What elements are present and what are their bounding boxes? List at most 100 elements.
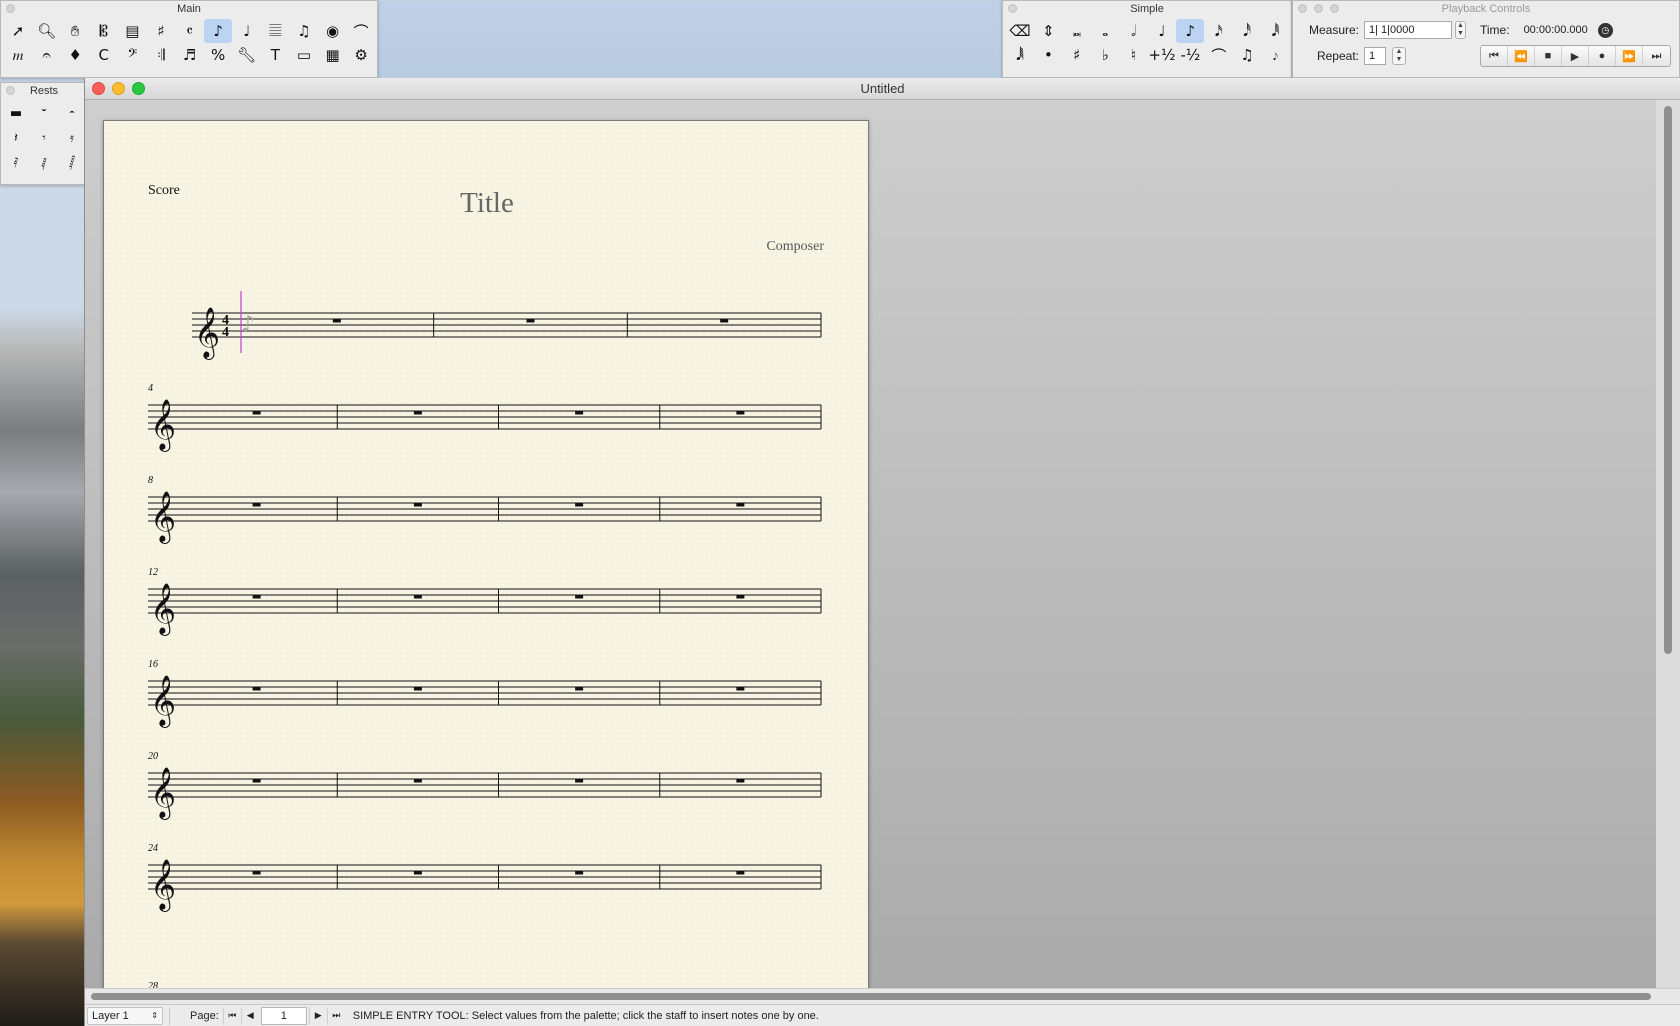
record-icon[interactable]: ● <box>1589 46 1616 66</box>
staff-system[interactable]: 𝄞 4 4 ♪ <box>104 291 870 361</box>
eighth-rest-icon[interactable]: 𝄾 <box>30 126 58 151</box>
sharp-icon[interactable]: ♯ <box>1063 43 1091 67</box>
stop-icon[interactable]: ■ <box>1535 46 1562 66</box>
sixty-fourth-rest-icon[interactable]: 𝅁 <box>30 151 58 176</box>
text-tool-icon[interactable]: T <box>261 43 289 67</box>
score-composer[interactable]: Composer <box>766 239 824 255</box>
half-note-icon[interactable]: 𝅗𝅥 <box>1120 19 1148 43</box>
page-field[interactable]: 1 <box>260 1006 307 1025</box>
repeat-field[interactable]: 1 <box>1364 47 1386 65</box>
window-close-button[interactable] <box>92 82 105 95</box>
play-icon[interactable]: ▶ <box>1562 46 1589 66</box>
eraser-icon[interactable]: ⌫ <box>1006 19 1034 43</box>
lyrics-tool-icon[interactable]: 𝄢 <box>118 43 146 67</box>
window-zoom-button[interactable] <box>132 82 145 95</box>
tuplet-icon[interactable]: ♫ <box>1233 43 1261 67</box>
half-step-up-icon[interactable]: +½ <box>1148 43 1176 67</box>
double-whole-note-icon[interactable]: 𝅜 <box>1063 19 1091 43</box>
grace-note-icon[interactable]: 𝆕 <box>1262 43 1290 67</box>
layer-select[interactable]: Layer 1 ⇕ <box>87 1006 163 1025</box>
simple-palette-close-button[interactable] <box>1008 4 1017 13</box>
window-minimize-button[interactable] <box>112 82 125 95</box>
sixteenth-rest-icon[interactable]: 𝄿 <box>58 126 86 151</box>
measure-field[interactable]: 1| 1|0000 <box>1364 21 1452 39</box>
staff[interactable]: 𝄞 <box>104 383 870 453</box>
forward-to-end-icon[interactable]: ⏭ <box>1643 46 1670 66</box>
repeat-stepper[interactable]: ▲ ▼ <box>1392 47 1406 65</box>
measure-stepper[interactable]: ▲ ▼ <box>1455 21 1466 39</box>
smart-shape-icon[interactable]: ◉ <box>319 19 347 43</box>
arrow-selection-icon[interactable]: ➚ <box>4 19 32 43</box>
staff-system[interactable]: 16 𝄞 <box>104 659 870 729</box>
eighth-note-icon[interactable]: ♪ <box>1176 19 1205 43</box>
playback-minimize-button[interactable] <box>1314 4 1323 13</box>
score-canvas[interactable]: Score Title Composer 𝄞 4 4 ♪ 4 𝄞 8 𝄞 12 𝄞 16 𝄞 20 𝄞 24… <box>85 100 1657 988</box>
staff[interactable]: 𝄞 <box>104 843 870 913</box>
next-page-button[interactable]: ▶ <box>308 1006 327 1025</box>
staff[interactable]: 𝄞 <box>104 567 870 637</box>
graphics-tool-icon[interactable]: 🔧︎ <box>233 43 261 67</box>
sixty-fourth-note-icon[interactable]: 𝅘𝅥𝅱 <box>1262 19 1290 43</box>
previous-page-button[interactable]: ◀ <box>240 1006 259 1025</box>
whole-rest-icon[interactable]: 𝄻 <box>30 101 58 126</box>
window-titlebar[interactable]: Untitled <box>85 78 1680 100</box>
staff-system[interactable]: 4 𝄞 <box>104 383 870 453</box>
staff-system[interactable]: 24 𝄞 <box>104 843 870 913</box>
staff-system[interactable]: 8 𝄞 <box>104 475 870 545</box>
simple-entry-icon[interactable]: ♪ <box>204 19 233 43</box>
staff[interactable]: 𝄞 <box>104 751 870 821</box>
vertical-scroll-thumb[interactable] <box>1664 106 1672 654</box>
chord-tool-icon[interactable]: C <box>90 43 118 67</box>
rests-palette-close-button[interactable] <box>6 86 15 95</box>
first-page-button[interactable]: ⏮ <box>222 1006 241 1025</box>
half-step-down-icon[interactable]: -½ <box>1176 43 1204 67</box>
tuplet-tool-icon[interactable]: ♫ <box>290 19 318 43</box>
rewind-icon[interactable]: ⏪ <box>1508 46 1535 66</box>
one-twenty-eighth-note-icon[interactable]: 𝅘𝅥𝅲 <box>1006 43 1034 67</box>
fast-forward-icon[interactable]: ⏩ <box>1616 46 1643 66</box>
time-signature-icon[interactable]: 𝄴 <box>176 19 204 43</box>
expression-tool-icon[interactable]: 𝆐 <box>4 43 32 67</box>
playback-close-button[interactable] <box>1298 4 1307 13</box>
mirror-tool-icon[interactable]: ♦ <box>61 43 89 67</box>
resize-tool-icon[interactable]: % <box>204 43 232 67</box>
score-title[interactable]: Title <box>104 187 870 220</box>
key-signature-icon[interactable]: ♯ <box>147 19 175 43</box>
thirty-second-rest-icon[interactable]: 𝅀 <box>2 151 30 176</box>
horizontal-scroll-thumb[interactable] <box>91 993 1651 1000</box>
sixteenth-note-icon[interactable]: 𝅘𝅥𝅯 <box>1205 19 1233 43</box>
whole-note-icon[interactable]: 𝅝 <box>1091 19 1119 43</box>
special-tools-icon[interactable]: ♬ <box>176 43 204 67</box>
repeat-tool-icon[interactable]: 𝄇 <box>147 43 175 67</box>
hundred-twenty-eighth-rest-icon[interactable]: 𝅂 <box>58 151 86 176</box>
flat-icon[interactable]: ♭ <box>1091 43 1119 67</box>
vertical-scrollbar[interactable] <box>1656 100 1680 988</box>
staff-system[interactable]: 12 𝄞 <box>104 567 870 637</box>
playback-zoom-button[interactable] <box>1330 4 1339 13</box>
hand-grabber-icon[interactable]: ✋︎ <box>61 19 89 43</box>
select-note-icon[interactable]: ⇕ <box>1034 19 1062 43</box>
quarter-rest-icon[interactable]: 𝄽 <box>2 126 30 151</box>
measure-tool-icon[interactable]: ▦ <box>319 43 347 67</box>
breve-rest-icon[interactable]: ▬ <box>2 101 30 126</box>
slur-tool-icon[interactable]: ⌒ <box>347 19 375 43</box>
thirty-second-note-icon[interactable]: 𝅘𝅥𝅰 <box>1233 19 1261 43</box>
hyperscribe-icon[interactable]: 𝄚 <box>261 19 289 43</box>
clef-tool-icon[interactable]: 𝄡 <box>90 19 118 43</box>
speedy-entry-icon[interactable]: ♩ <box>233 19 261 43</box>
staff[interactable]: 𝄞 <box>104 659 870 729</box>
tie-icon[interactable]: ⌒ <box>1205 43 1233 67</box>
staff[interactable]: 𝄞 44 ♪ <box>104 291 870 361</box>
quarter-note-icon[interactable]: ♩ <box>1148 19 1176 43</box>
staff-system[interactable]: 20 𝄞 <box>104 751 870 821</box>
natural-icon[interactable]: ♮ <box>1120 43 1148 67</box>
staff-style-icon[interactable]: ⚙ <box>347 43 375 67</box>
dot-icon[interactable]: • <box>1034 43 1062 67</box>
score-page[interactable]: Score Title Composer 𝄞 4 4 ♪ 4 𝄞 8 𝄞 12 𝄞 16 𝄞 20 𝄞 24… <box>103 120 869 988</box>
main-palette-close-button[interactable] <box>6 4 15 13</box>
rewind-to-start-icon[interactable]: ⏮ <box>1481 46 1508 66</box>
half-rest-icon[interactable]: 𝄼 <box>58 101 86 126</box>
zoom-icon[interactable]: 🔍︎ <box>33 19 61 43</box>
clock-icon[interactable]: ◷ <box>1597 22 1613 38</box>
page-layout-icon[interactable]: ▭ <box>290 43 318 67</box>
